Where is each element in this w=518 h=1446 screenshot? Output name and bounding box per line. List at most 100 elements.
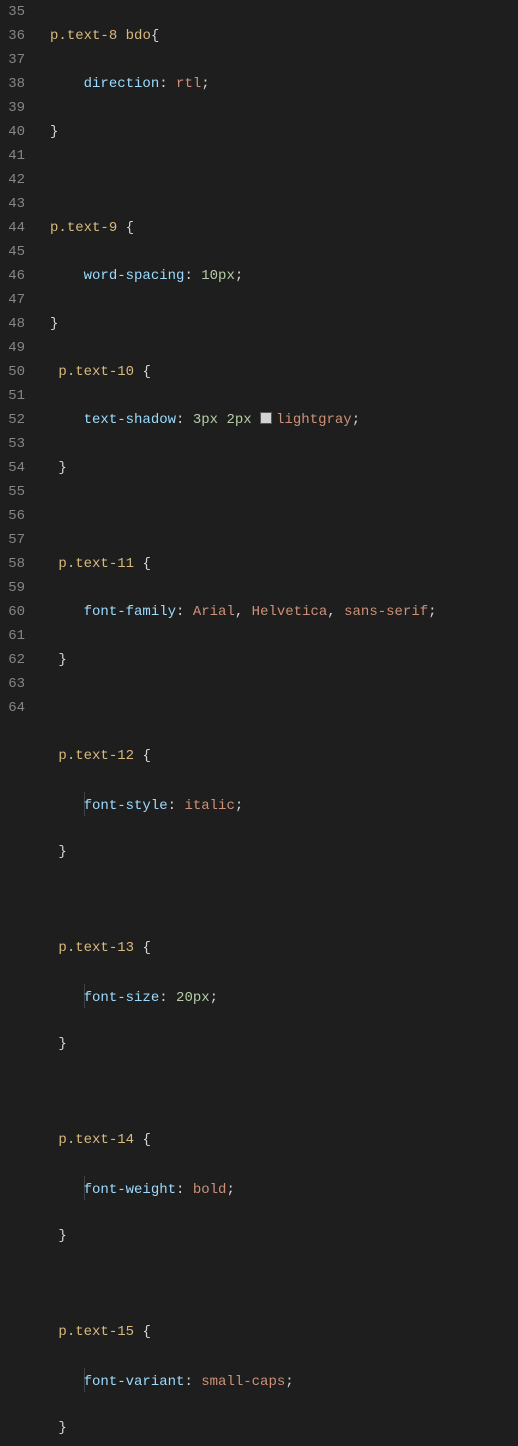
- brace: }: [58, 1036, 66, 1052]
- line-number-gutter: 35 36 37 38 39 40 41 42 43 44 45 46 47 4…: [0, 0, 40, 723]
- prop: word-spacing: [84, 268, 185, 284]
- line-number: 42: [0, 168, 25, 192]
- brace: }: [58, 1420, 66, 1436]
- punct: :: [168, 798, 185, 814]
- value: 20px: [176, 990, 210, 1006]
- sel: .: [67, 940, 75, 956]
- punct: ;: [226, 1182, 234, 1198]
- punct: :: [159, 76, 176, 92]
- sel: p: [58, 940, 66, 956]
- line-number: 61: [0, 624, 25, 648]
- line-number: 54: [0, 456, 25, 480]
- line-number: 62: [0, 648, 25, 672]
- sel: text-8: [67, 28, 117, 44]
- brace: }: [50, 316, 58, 332]
- line-number: 53: [0, 432, 25, 456]
- value: 3px: [193, 412, 218, 428]
- line-number: 64: [0, 696, 25, 720]
- sel: .: [67, 748, 75, 764]
- punct: :: [159, 990, 176, 1006]
- line-number: 52: [0, 408, 25, 432]
- line-number: 36: [0, 24, 25, 48]
- sel: text-15: [75, 1324, 134, 1340]
- value: small-caps: [201, 1374, 285, 1390]
- line-number: 51: [0, 384, 25, 408]
- brace: {: [126, 220, 134, 236]
- code-area[interactable]: p.text-8 bdo{ direction: rtl; } p.text-9…: [40, 0, 518, 723]
- sel: p: [58, 364, 66, 380]
- brace: {: [151, 28, 159, 44]
- line-number: 47: [0, 288, 25, 312]
- prop: direction: [84, 76, 160, 92]
- prop: font-weight: [84, 1182, 176, 1198]
- sel: p: [58, 1324, 66, 1340]
- sel: p: [58, 748, 66, 764]
- value: Arial: [193, 604, 235, 620]
- line-number: 49: [0, 336, 25, 360]
- sel: p: [58, 1132, 66, 1148]
- sel: .: [58, 28, 66, 44]
- line-number: 58: [0, 552, 25, 576]
- sel: .: [58, 220, 66, 236]
- sel: text-14: [75, 1132, 134, 1148]
- line-number: 56: [0, 504, 25, 528]
- value: lightgray: [276, 412, 352, 428]
- value: 2px: [226, 412, 251, 428]
- sel: text-13: [75, 940, 134, 956]
- code-editor: 35 36 37 38 39 40 41 42 43 44 45 46 47 4…: [0, 0, 518, 723]
- punct: ;: [352, 412, 360, 428]
- sel: p: [58, 556, 66, 572]
- brace: }: [58, 652, 66, 668]
- value: Helvetica: [252, 604, 328, 620]
- sel: .: [67, 364, 75, 380]
- prop: font-family: [84, 604, 176, 620]
- brace: }: [58, 460, 66, 476]
- brace: {: [142, 1324, 150, 1340]
- line-number: 38: [0, 72, 25, 96]
- sel: .: [67, 556, 75, 572]
- line-number: 45: [0, 240, 25, 264]
- brace: {: [142, 364, 150, 380]
- line-number: 46: [0, 264, 25, 288]
- sel: .: [67, 1324, 75, 1340]
- line-number: 43: [0, 192, 25, 216]
- line-number: 35: [0, 0, 25, 24]
- sel: text-12: [75, 748, 134, 764]
- brace: {: [142, 940, 150, 956]
- line-number: 48: [0, 312, 25, 336]
- line-number: 39: [0, 96, 25, 120]
- line-number: 63: [0, 672, 25, 696]
- line-number: 41: [0, 144, 25, 168]
- brace: }: [58, 844, 66, 860]
- value: italic: [184, 798, 234, 814]
- sel: text-11: [75, 556, 134, 572]
- color-swatch-icon: [260, 412, 272, 424]
- value: rtl: [176, 76, 201, 92]
- prop: text-shadow: [84, 412, 176, 428]
- prop: font-size: [84, 990, 160, 1006]
- line-number: 37: [0, 48, 25, 72]
- value: sans-serif: [344, 604, 428, 620]
- line-number: 40: [0, 120, 25, 144]
- prop: font-variant: [84, 1374, 185, 1390]
- brace: {: [142, 748, 150, 764]
- punct: :: [184, 268, 201, 284]
- punct: ;: [210, 990, 218, 1006]
- value: 10px: [201, 268, 235, 284]
- punct: :: [176, 604, 193, 620]
- punct: :: [176, 412, 193, 428]
- brace: }: [58, 1228, 66, 1244]
- brace: {: [142, 556, 150, 572]
- punct: ;: [235, 268, 243, 284]
- punct: ;: [235, 798, 243, 814]
- punct: ;: [428, 604, 436, 620]
- line-number: 50: [0, 360, 25, 384]
- value: bold: [193, 1182, 227, 1198]
- punct: ;: [201, 76, 209, 92]
- punct: ,: [327, 604, 344, 620]
- line-number: 57: [0, 528, 25, 552]
- brace: {: [142, 1132, 150, 1148]
- brace: }: [50, 124, 58, 140]
- sel: text-10: [75, 364, 134, 380]
- punct: :: [184, 1374, 201, 1390]
